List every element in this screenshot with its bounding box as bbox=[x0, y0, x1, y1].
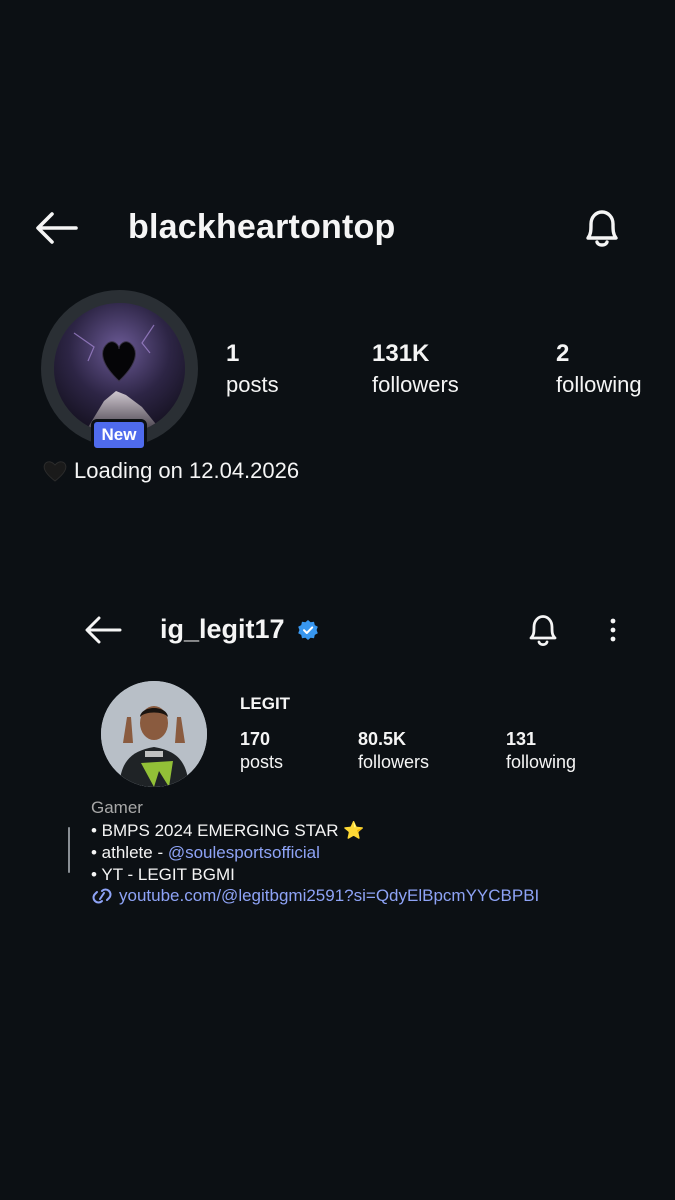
profile-bio: Loading on 12.04.2026 bbox=[42, 458, 299, 484]
followers-label[interactable]: followers bbox=[358, 752, 429, 773]
following-label[interactable]: following bbox=[506, 752, 576, 773]
back-arrow-icon[interactable] bbox=[84, 615, 122, 645]
profile-username: blackheartontop bbox=[128, 208, 396, 246]
more-options-icon[interactable] bbox=[604, 614, 622, 646]
new-badge: New bbox=[91, 419, 147, 451]
bio-line: • athlete - @soulesportsofficial bbox=[91, 843, 320, 863]
followers-label[interactable]: followers bbox=[372, 372, 459, 398]
followers-count[interactable]: 80.5K bbox=[358, 729, 406, 750]
posts-count: 1 bbox=[226, 340, 240, 367]
bio-link[interactable]: youtube.com/@legitbgmi2591?si=QdyElBpcmY… bbox=[91, 886, 539, 906]
bio-line: • YT - LEGIT BGMI bbox=[91, 865, 235, 884]
profile-avatar[interactable] bbox=[54, 303, 185, 434]
back-arrow-icon[interactable] bbox=[34, 210, 78, 246]
link-icon bbox=[91, 887, 113, 905]
mention-link[interactable]: @soulesportsofficial bbox=[168, 843, 320, 862]
verified-badge-icon bbox=[297, 619, 319, 641]
bio-text: Loading on 12.04.2026 bbox=[74, 458, 300, 483]
link-url[interactable]: youtube.com/@legitbgmi2591?si=QdyElBpcmY… bbox=[119, 886, 539, 906]
followers-count[interactable]: 131K bbox=[372, 340, 429, 368]
following-count[interactable]: 131 bbox=[506, 729, 536, 750]
profile-category: Gamer bbox=[91, 798, 143, 817]
posts-count: 170 bbox=[240, 729, 271, 749]
following-count[interactable]: 2 bbox=[556, 340, 569, 368]
bio-line-prefix: • athlete - bbox=[91, 843, 168, 862]
following-label[interactable]: following bbox=[556, 372, 642, 398]
display-name: LEGIT bbox=[240, 694, 291, 713]
bell-icon[interactable] bbox=[526, 610, 560, 650]
bell-icon[interactable] bbox=[580, 204, 624, 252]
black-heart-icon bbox=[42, 459, 68, 483]
edge-decoration bbox=[66, 826, 72, 874]
posts-label: posts bbox=[226, 372, 279, 397]
profile-avatar[interactable] bbox=[101, 681, 207, 787]
profile-username: ig_legit17 bbox=[160, 614, 285, 644]
posts-label: posts bbox=[240, 752, 284, 772]
bio-line: • BMPS 2024 EMERGING STAR ⭐ bbox=[91, 821, 365, 840]
